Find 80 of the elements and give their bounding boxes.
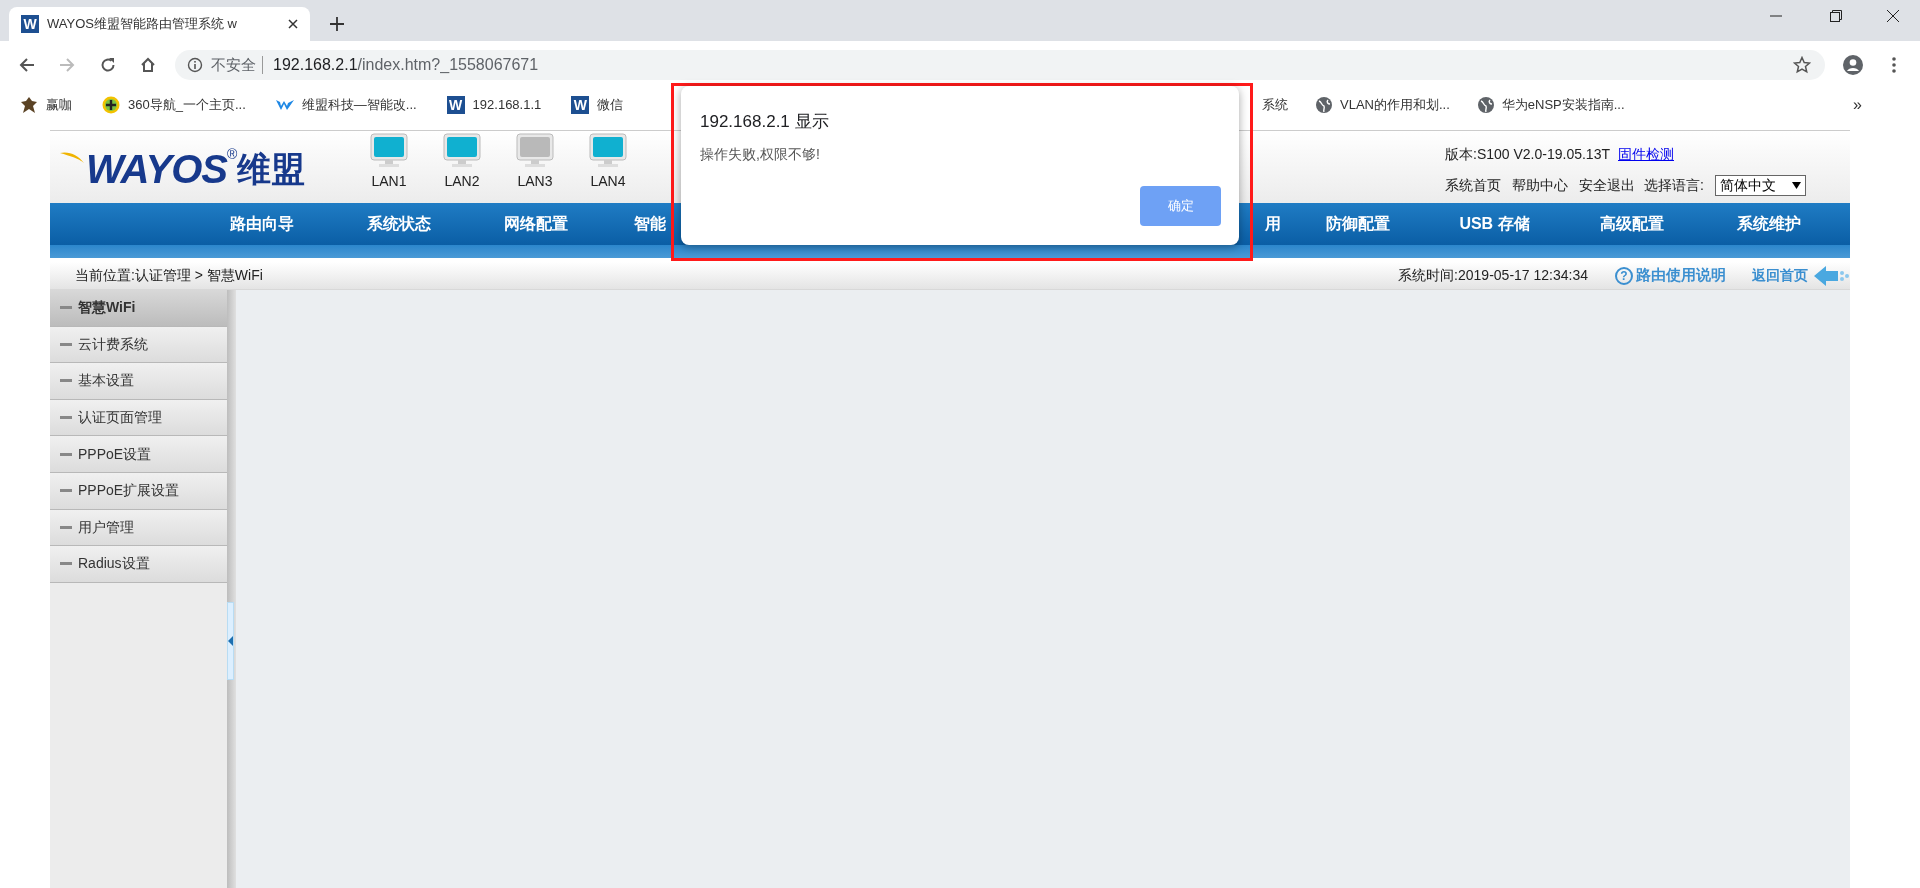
dash-icon [60,379,72,383]
dash-icon [60,452,72,456]
language-label: 选择语言: [1644,176,1704,195]
header-link[interactable]: 系统首页 [1445,175,1501,196]
dash-icon [60,416,72,420]
dash-icon [60,525,72,529]
favicon: W [571,96,590,114]
logo-text: WAYOS [86,147,227,191]
language-select[interactable]: 简体中文 [1714,175,1806,196]
bookmark-link[interactable]: 维盟科技—智能改... [301,95,417,115]
nav-item[interactable]: 防御配置 [1325,212,1390,236]
reload-icon[interactable] [100,57,116,73]
sidebar-item[interactable]: 用户管理 [50,509,227,547]
nav-item[interactable]: 网络配置 [503,212,568,236]
nav-item[interactable]: 用 [1265,212,1281,236]
bookmark-link[interactable]: 微信 [597,95,624,115]
port-label: LAN2 [444,172,480,191]
breadcrumb-text: 当前位置:认证管理 > 智慧WiFi [75,266,263,285]
dash-icon [60,562,72,566]
bookmark-link[interactable]: 360导航_一个主页... [128,95,246,115]
sidebar-item[interactable]: 智慧WiFi [50,290,227,327]
sidebar-item[interactable]: Radius设置 [50,546,227,583]
url-text: 192.168.2.1/index.htm?_1558067671 [273,55,539,75]
bookmark-link[interactable]: 192.168.1.1 [472,95,542,115]
dialog-title: 192.168.2.1 显示 [700,111,829,133]
tab-title: WAYOS维盟智能路由管理系统 w [47,15,238,34]
bookmark-link[interactable]: VLAN的作用和划... [1340,95,1450,115]
port-label: LAN1 [371,172,407,191]
nav-item[interactable]: 智能 [634,212,666,236]
registered-mark: ® [226,147,238,161]
header-link[interactable]: 帮助中心 [1512,175,1568,196]
nav-item[interactable]: 系统维护 [1736,212,1801,236]
version-text: 版本:S100 V2.0-19.05.13T [1445,145,1610,164]
new-tab-icon[interactable] [330,17,344,31]
close-icon[interactable] [1887,10,1899,22]
sidebar-item[interactable]: 认证页面管理 [50,399,227,437]
swoosh-icon [60,151,84,163]
nav-item[interactable]: 高级配置 [1599,212,1664,236]
bookmark-link[interactable]: 华为eNSP安装指南... [1501,95,1625,115]
caret-icon [1791,182,1801,189]
header-link[interactable]: 安全退出 [1579,175,1635,196]
globe-icon [1477,97,1494,113]
back-icon[interactable] [19,57,35,73]
left-triangle-icon [228,636,233,646]
collapse-handle[interactable] [227,602,234,680]
bookmark-link[interactable]: 赢咖 [46,95,72,115]
nav-item[interactable]: USB 存储 [1459,212,1530,236]
back-arrow-icon[interactable] [1814,264,1850,287]
sidebar-item[interactable]: 基本设置 [50,363,227,400]
dialog-message: 操作失败,权限不够! [700,145,820,164]
bookmark-link[interactable]: 系统 [1262,95,1288,115]
home-icon[interactable] [140,57,156,73]
sidebar-item[interactable]: PPPoE设置 [50,436,227,473]
address-bar[interactable]: 不安全 192.168.2.1/index.htm?_1558067671 [175,50,1825,80]
nav-item[interactable]: 路由向导 [229,212,294,236]
restore-icon[interactable] [1830,10,1842,22]
info-icon [187,57,203,73]
dash-icon [60,306,72,310]
menu-icon[interactable] [1892,57,1896,73]
browser-tab[interactable]: W WAYOS维盟智能路由管理系统 w [9,7,310,41]
favicon: W [446,96,465,114]
nav-item[interactable]: 系统状态 [366,212,431,236]
system-time: 系统时间:2019-05-17 12:34:34 [1398,266,1588,285]
security-label: 不安全 [211,54,256,75]
plus-icon [102,96,120,114]
dash-icon [60,342,72,346]
favicon: W [21,15,39,33]
close-icon[interactable] [288,19,298,29]
wing-icon [275,98,294,112]
star-icon[interactable] [1793,56,1811,74]
overflow-chevron[interactable]: » [1853,93,1862,117]
port-label: LAN3 [517,172,553,191]
firmware-link[interactable]: 固件检测 [1618,144,1674,165]
sidebar-item[interactable]: PPPoE扩展设置 [50,472,227,510]
dash-icon [60,489,72,493]
logo-text: 维盟 [237,149,306,190]
globe-icon [1316,97,1332,113]
account-icon[interactable] [1843,55,1863,75]
sidebar-item[interactable]: 云计费系统 [50,326,227,364]
port-label: LAN4 [590,172,626,191]
